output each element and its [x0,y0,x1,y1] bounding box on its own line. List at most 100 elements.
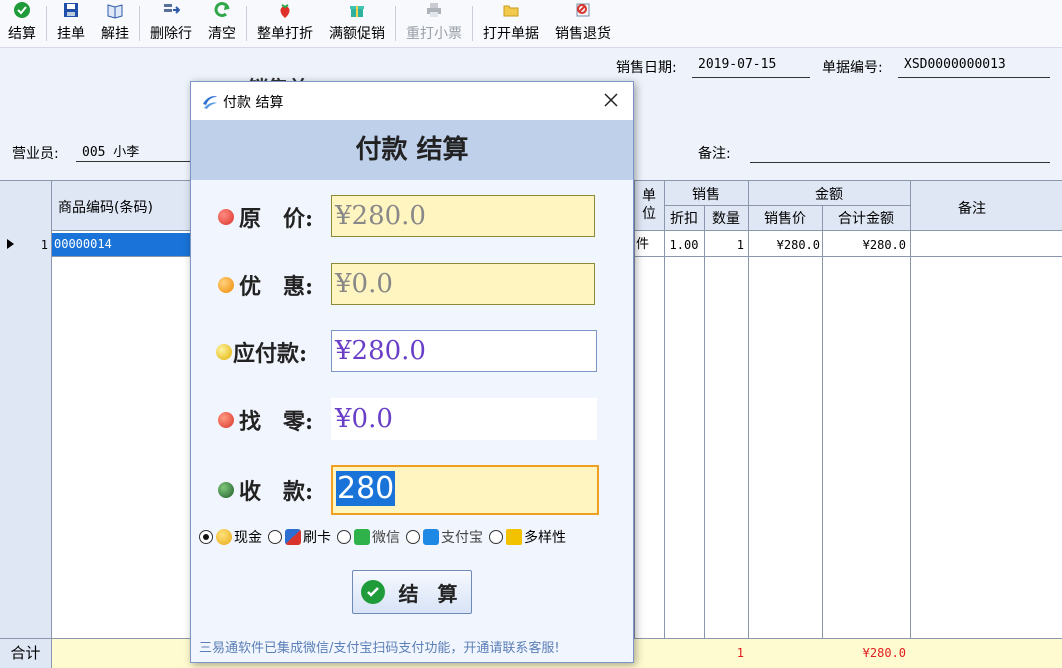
hold-order-button[interactable]: 挂单 [49,0,93,48]
radio-selected-icon [199,530,213,544]
payable-label: 应付款: [233,341,308,367]
method-alipay-radio[interactable]: 支付宝 [406,527,483,547]
dialog-footer-note: 三易通软件已集成微信/支付宝扫码支付功能，开通请联系客服! [199,641,560,656]
method-label: 刷卡 [303,530,331,546]
orange-dot-icon [218,277,234,293]
header-discount[interactable]: 折扣 [664,208,704,228]
payable-row: 应付款: ¥280.0 [191,330,633,374]
original-price-row: 原 价: ¥280.0 [191,195,633,239]
total-amount: ¥280.0 [862,646,906,660]
check-circle-icon [13,1,31,19]
cell-qty[interactable]: 1 [706,233,744,257]
toolbar-separator [472,6,473,41]
wechat-icon [354,529,370,545]
header-amount-group: 金额 [815,187,843,203]
radio-icon [489,530,503,544]
radio-icon [337,530,351,544]
header-sales-group: 销售 [692,187,720,203]
cell-discount[interactable]: 1.00 [666,233,702,257]
toolbar: 结算 挂单 解挂 删除行 清空 整单打折 满额促销 重打小票 打开单据 销售退货 [0,0,1062,48]
header-total[interactable]: 合计金额 [822,208,910,228]
cell-total[interactable]: ¥280.0 [824,233,906,257]
radio-icon [268,530,282,544]
close-icon[interactable] [601,90,621,110]
remark-field[interactable] [750,141,1050,163]
cell-remark[interactable] [912,233,1032,257]
doc-number-label: 单据编号: [822,60,883,76]
unhold-order-button[interactable]: 解挂 [93,0,137,48]
green-dot-icon [218,482,234,498]
return-icon [574,1,592,19]
method-wechat-radio[interactable]: 微信 [337,527,400,547]
payment-dialog: 付款 结算 付款 结算 原 价: ¥280.0 优 惠: ¥0.0 应付款: ¥… [190,81,634,663]
sale-date-field[interactable]: 2019-07-15 [692,57,810,78]
toolbar-label: 挂单 [57,26,85,42]
received-field[interactable]: 280 [331,465,599,515]
payable-field: ¥280.0 [331,330,597,372]
method-mixed-radio[interactable]: 多样性 [489,527,566,547]
toolbar-label: 整单打折 [257,26,313,42]
method-label: 现金 [234,530,262,546]
original-price-field: ¥280.0 [331,195,595,237]
header-unit[interactable]: 单位 [634,187,664,223]
header-divider [664,205,910,206]
toolbar-label: 满额促销 [329,26,385,42]
dialog-titlebar[interactable]: 付款 结算 [191,82,633,120]
toolbar-label: 重打小票 [406,26,462,42]
toolbar-separator [46,6,47,41]
toolbar-label: 结算 [8,26,36,42]
column-divider [664,181,665,639]
sales-return-button[interactable]: 销售退货 [547,0,619,48]
promotion-button[interactable]: 满额促销 [321,0,393,48]
save-disk-icon [62,1,80,19]
cell-unit[interactable]: 件 [636,233,662,257]
strawberry-icon [276,1,294,19]
header-price[interactable]: 销售价 [748,208,822,228]
toolbar-label: 打开单据 [483,26,539,42]
folder-icon [502,1,520,19]
method-cash-radio[interactable]: 现金 [199,527,262,547]
column-divider [748,181,749,639]
original-price-label: 原 价: [239,206,314,232]
cell-price[interactable]: ¥280.0 [750,233,820,257]
payment-method-group: 现金 刷卡 微信 支付宝 多样性 [199,525,629,549]
clear-button[interactable]: 清空 [200,0,244,48]
delete-row-button[interactable]: 删除行 [142,0,200,48]
settle-button[interactable]: 结 算 [352,570,472,614]
order-discount-button[interactable]: 整单打折 [249,0,321,48]
settle-button-label: 结 算 [398,581,464,606]
header-unit-text: 单位 [642,188,656,222]
clerk-field[interactable]: 005 小李 [76,141,190,162]
toolbar-separator [139,6,140,41]
delete-row-icon [162,1,180,19]
dialog-banner: 付款 结算 [191,120,633,180]
header-code[interactable]: 商品编码(条码) [52,197,190,217]
method-label: 多样性 [524,530,566,546]
check-circle-icon [360,580,385,604]
cell-code[interactable]: 00000014 [52,233,190,256]
gift-box-icon [348,1,366,19]
settle-toolbar-button[interactable]: 结算 [0,0,44,48]
total-qty: 1 [736,646,744,660]
sale-date-label: 销售日期: [616,60,677,76]
toolbar-separator [395,6,396,41]
clerk-label: 营业员: [12,146,59,162]
doc-number-field[interactable]: XSD0000000013 [898,57,1050,78]
printer-icon [425,1,443,19]
reprint-receipt-button[interactable]: 重打小票 [398,0,470,48]
alipay-icon [423,529,439,545]
toolbar-label: 销售退货 [555,26,611,42]
header-qty[interactable]: 数量 [704,208,748,228]
red-dot-icon [218,209,234,225]
discount-field[interactable]: ¥0.0 [331,263,595,305]
smile-face-icon [216,344,232,360]
method-label: 微信 [372,530,400,546]
open-book-icon [106,1,124,19]
header-remark[interactable]: 备注 [910,198,1034,218]
column-divider [634,181,635,639]
method-card-radio[interactable]: 刷卡 [268,527,331,547]
totals-label: 合计 [0,639,52,668]
discount-label: 优 惠: [239,274,314,300]
open-document-button[interactable]: 打开单据 [475,0,547,48]
column-divider [910,181,911,639]
